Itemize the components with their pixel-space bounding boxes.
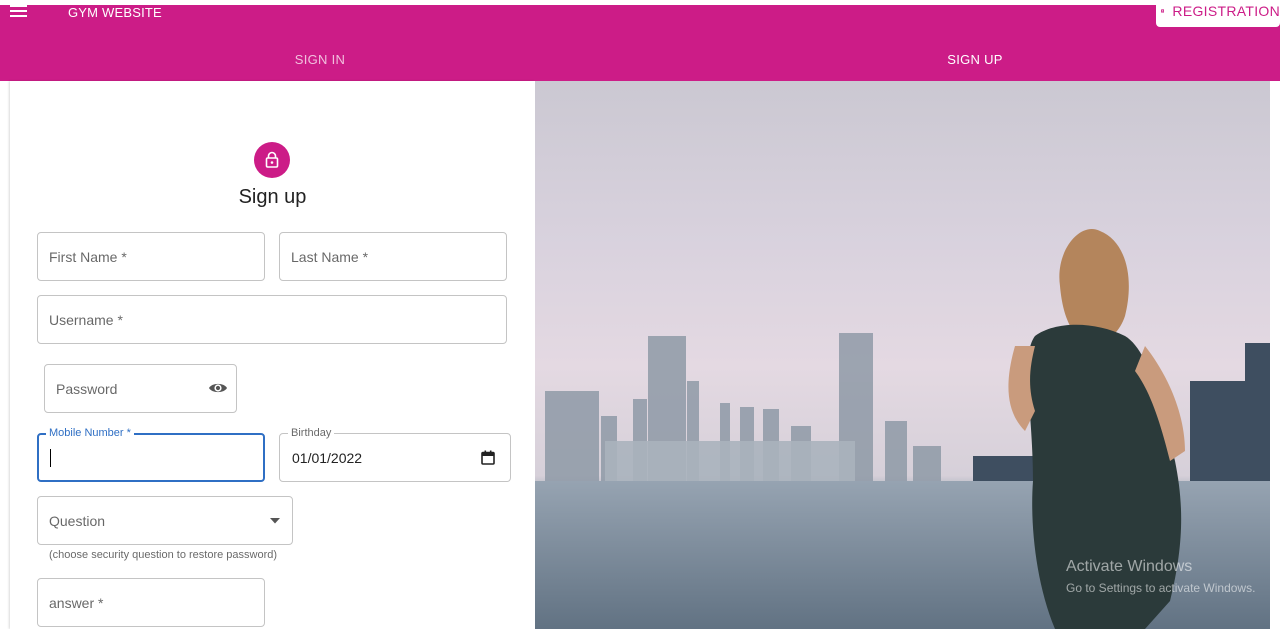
birthday-label: Birthday [288,427,335,439]
answer-label: answer * [49,594,104,611]
form-heading: Sign up [238,186,307,208]
question-select[interactable]: Question [37,496,293,545]
question-label: Question [49,512,106,529]
mobile-number-label: Mobile Number * [46,427,134,439]
tab-sign-in[interactable]: SIGN IN [0,38,640,81]
registration-label: REGISTRATION [1172,3,1280,19]
gym-hero-photo [535,81,1270,629]
username-field[interactable]: Username * [37,295,507,344]
dropdown-arrow-icon [270,518,280,524]
lock-avatar [254,142,290,178]
question-helper-text: (choose security question to restore pas… [49,549,278,561]
tab-sign-up[interactable]: SIGN UP [640,38,1280,81]
eye-icon[interactable] [208,380,228,396]
birthday-field[interactable]: 01/01/2022 [279,433,511,482]
contact-card-icon [1161,9,1165,13]
last-name-field[interactable]: Last Name * [279,232,507,281]
activate-windows-subtitle: Go to Settings to activate Windows. [1066,581,1256,595]
text-cursor [50,449,51,467]
hamburger-menu-icon[interactable] [10,5,30,19]
registration-button[interactable]: REGISTRATION [1156,0,1280,27]
activate-windows-title: Activate Windows [1066,558,1193,575]
username-label: Username * [49,311,123,328]
app-title: GYM WEBSITE [68,5,162,20]
first-name-field[interactable]: First Name * [37,232,265,281]
app-bar: GYM WEBSITE [0,5,1280,38]
password-label: Password [56,380,118,397]
answer-field[interactable]: answer * [37,578,265,627]
mobile-number-field[interactable] [37,433,265,482]
calendar-icon[interactable] [481,450,495,465]
last-name-label: Last Name * [291,248,369,265]
password-field[interactable]: Password [44,364,237,413]
birthday-value: 01/01/2022 [292,450,363,466]
auth-tabs: SIGN IN SIGN UP [0,38,1280,81]
first-name-label: First Name * [49,248,127,265]
lock-icon [265,151,279,168]
city-waterfront-illustration [535,229,1270,629]
